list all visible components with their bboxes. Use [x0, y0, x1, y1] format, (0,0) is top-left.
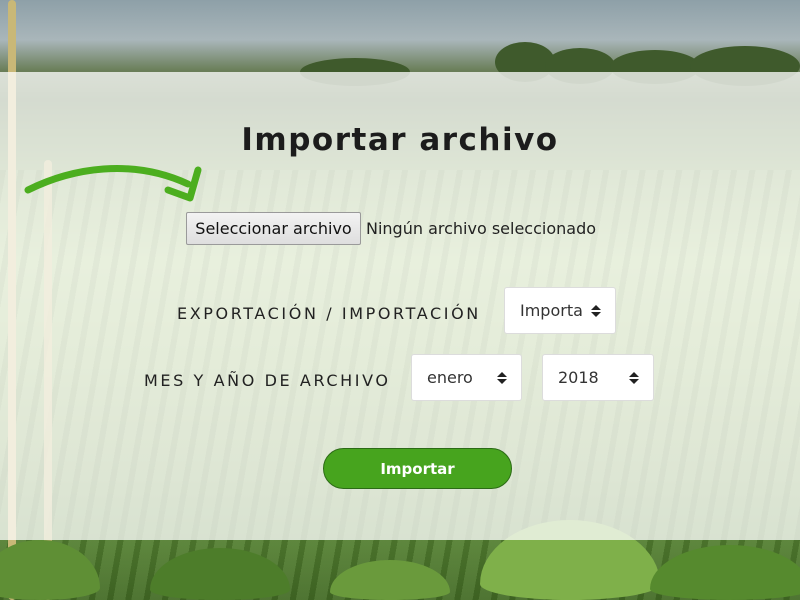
export-import-value: Importa — [520, 301, 583, 320]
import-button[interactable]: Importar — [323, 448, 512, 489]
export-import-select[interactable]: Importa — [504, 287, 616, 334]
export-import-label: EXPORTACIÓN / IMPORTACIÓN — [177, 304, 481, 323]
year-select[interactable]: 2018 — [542, 354, 654, 401]
file-status-text: Ningún archivo seleccionado — [366, 219, 597, 238]
up-down-caret-icon — [497, 371, 507, 384]
month-year-label: MES Y AÑO DE ARCHIVO — [144, 371, 391, 390]
month-select[interactable]: enero — [411, 354, 522, 401]
year-value: 2018 — [558, 368, 599, 387]
up-down-caret-icon — [591, 304, 601, 317]
up-down-caret-icon — [629, 371, 639, 384]
month-value: enero — [427, 368, 473, 387]
curved-arrow-icon — [22, 158, 207, 215]
page-title: Importar archivo — [241, 122, 559, 158]
select-file-button[interactable]: Seleccionar archivo — [186, 212, 361, 245]
